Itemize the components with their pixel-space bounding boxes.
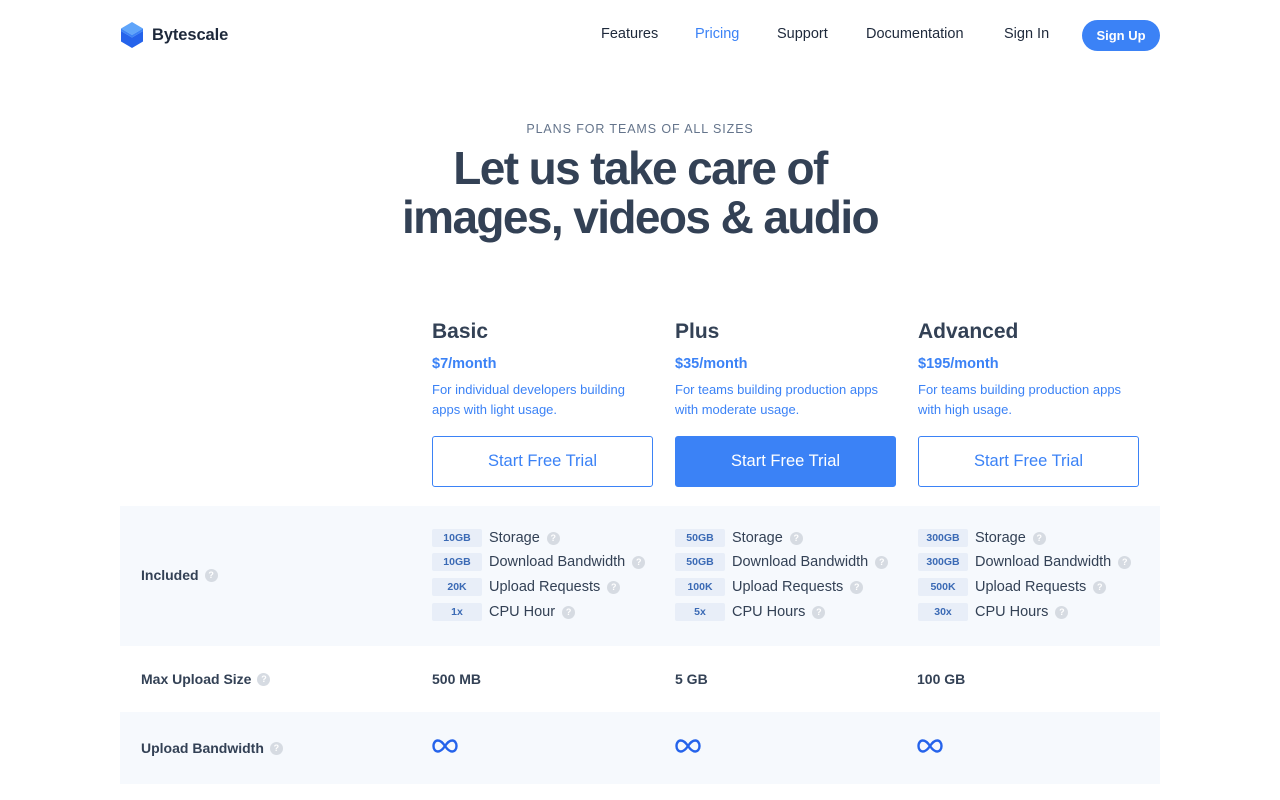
help-icon[interactable]: ? bbox=[1055, 605, 1069, 619]
included-item-label: Download Bandwidth bbox=[732, 554, 869, 570]
included-item-label: Storage bbox=[489, 530, 540, 546]
included-item: 5x CPU Hours? bbox=[675, 602, 826, 622]
included-item-label: CPU Hours bbox=[732, 604, 806, 620]
start-free-trial-advanced-button[interactable]: Start Free Trial bbox=[918, 436, 1139, 487]
included-item: 50GB Download Bandwidth? bbox=[675, 552, 889, 572]
included-item: 30x CPU Hours? bbox=[918, 602, 1069, 622]
nav-features[interactable]: Features bbox=[601, 26, 658, 42]
plan-price: $35/month bbox=[675, 356, 748, 372]
included-item: 300GB Storage? bbox=[918, 528, 1046, 548]
help-icon[interactable]: ? bbox=[269, 741, 283, 755]
help-icon[interactable]: ? bbox=[812, 605, 826, 619]
plan-advanced: Advanced $195/month For teams building p… bbox=[918, 320, 1140, 487]
plan-description: For teams building production apps with … bbox=[918, 382, 1122, 417]
included-item: 50GB Storage? bbox=[675, 528, 803, 548]
included-row: Included ? 10GB Storage? 10GB Download Ban… bbox=[120, 506, 1160, 646]
nav-documentation[interactable]: Documentation bbox=[866, 26, 964, 42]
amount-badge: 30x bbox=[918, 603, 968, 621]
plan-name: Advanced bbox=[918, 320, 1019, 343]
help-icon[interactable]: ? bbox=[1093, 580, 1107, 594]
sign-up-button[interactable]: Sign Up bbox=[1082, 20, 1160, 51]
amount-badge: 20K bbox=[432, 578, 482, 596]
amount-badge: 5x bbox=[675, 603, 725, 621]
plan-price: $7/month bbox=[432, 356, 497, 372]
included-item-label: Download Bandwidth bbox=[975, 554, 1112, 570]
help-icon[interactable]: ? bbox=[1118, 555, 1132, 569]
help-icon[interactable]: ? bbox=[607, 580, 621, 594]
amount-badge: 10GB bbox=[432, 529, 482, 547]
amount-badge: 300GB bbox=[918, 529, 968, 547]
row-label-text: Included bbox=[141, 567, 199, 583]
start-free-trial-basic-button[interactable]: Start Free Trial bbox=[432, 436, 653, 487]
plan-name: Plus bbox=[675, 320, 720, 343]
max-upload-value-basic: 500 MB bbox=[432, 671, 482, 687]
brand-logo[interactable]: Bytescale bbox=[120, 21, 228, 49]
included-item: 10GB Download Bandwidth? bbox=[432, 552, 646, 572]
upload-bandwidth-label: Upload Bandwidth ? bbox=[141, 740, 283, 756]
infinity-icon bbox=[675, 739, 701, 753]
plan-price: $195/month bbox=[918, 356, 999, 372]
plan-plus: Plus $35/month For teams building produc… bbox=[675, 320, 897, 487]
plan-description: For individual developers building apps … bbox=[432, 382, 625, 417]
help-icon[interactable]: ? bbox=[546, 531, 560, 545]
help-icon[interactable]: ? bbox=[204, 568, 218, 582]
included-item-label: CPU Hours bbox=[975, 604, 1049, 620]
included-item-label: Storage bbox=[732, 530, 783, 546]
amount-badge: 50GB bbox=[675, 553, 725, 571]
included-item-label: Upload Requests bbox=[975, 579, 1087, 595]
row-label-text: Upload Bandwidth bbox=[141, 740, 264, 756]
plan-basic: Basic $7/month For individual developers… bbox=[432, 320, 654, 487]
help-icon[interactable]: ? bbox=[257, 672, 271, 686]
start-free-trial-plus-button[interactable]: Start Free Trial bbox=[675, 436, 896, 487]
included-item-label: Upload Requests bbox=[489, 579, 601, 595]
nav-sign-in[interactable]: Sign In bbox=[1004, 26, 1049, 42]
brand-name: Bytescale bbox=[152, 25, 229, 44]
amount-badge: 500K bbox=[918, 578, 968, 596]
included-item-label: Upload Requests bbox=[732, 579, 844, 595]
included-item: 10GB Storage? bbox=[432, 528, 560, 548]
included-item-label: Storage bbox=[975, 530, 1026, 546]
help-icon[interactable]: ? bbox=[850, 580, 864, 594]
included-item: 20K Upload Requests? bbox=[432, 577, 621, 597]
amount-badge: 1x bbox=[432, 603, 482, 621]
help-icon[interactable]: ? bbox=[1032, 531, 1046, 545]
included-label: Included ? bbox=[141, 567, 218, 583]
included-item-label: CPU Hour bbox=[489, 604, 556, 620]
hero-headline-line-1: Let us take care of bbox=[453, 142, 828, 194]
amount-badge: 300GB bbox=[918, 553, 968, 571]
bytescale-logo-icon bbox=[121, 22, 143, 48]
help-icon[interactable]: ? bbox=[789, 531, 803, 545]
max-upload-label: Max Upload Size ? bbox=[141, 671, 271, 687]
included-item: 1x CPU Hour? bbox=[432, 602, 576, 622]
amount-badge: 50GB bbox=[675, 529, 725, 547]
hero-headline: Let us take care of images, videos & aud… bbox=[0, 144, 1280, 242]
nav-support[interactable]: Support bbox=[777, 26, 828, 42]
amount-badge: 10GB bbox=[432, 553, 482, 571]
plan-description: For teams building production apps with … bbox=[675, 382, 879, 417]
upload-bandwidth-row: Upload Bandwidth ? bbox=[120, 712, 1160, 784]
infinity-icon bbox=[917, 739, 943, 753]
row-label-text: Max Upload Size bbox=[141, 671, 252, 687]
hero-headline-line-2: images, videos & audio bbox=[401, 191, 880, 243]
max-upload-value-advanced: 100 GB bbox=[917, 671, 966, 687]
help-icon[interactable]: ? bbox=[875, 555, 889, 569]
max-upload-value-plus: 5 GB bbox=[675, 671, 708, 687]
included-item-label: Download Bandwidth bbox=[489, 554, 626, 570]
plan-name: Basic bbox=[432, 320, 489, 343]
included-item: 500K Upload Requests? bbox=[918, 577, 1107, 597]
amount-badge: 100K bbox=[675, 578, 725, 596]
max-upload-row: Max Upload Size ? 500 MB 5 GB 100 GB bbox=[120, 646, 1160, 712]
included-item: 100K Upload Requests? bbox=[675, 577, 864, 597]
site-header: Bytescale Features Pricing Support Docum… bbox=[0, 0, 1280, 72]
help-icon[interactable]: ? bbox=[632, 555, 646, 569]
infinity-icon bbox=[432, 739, 458, 753]
included-item: 300GB Download Bandwidth? bbox=[918, 552, 1132, 572]
nav-pricing[interactable]: Pricing bbox=[695, 26, 739, 42]
help-icon[interactable]: ? bbox=[562, 605, 576, 619]
hero-eyebrow: PLANS FOR TEAMS OF ALL SIZES bbox=[526, 122, 754, 136]
